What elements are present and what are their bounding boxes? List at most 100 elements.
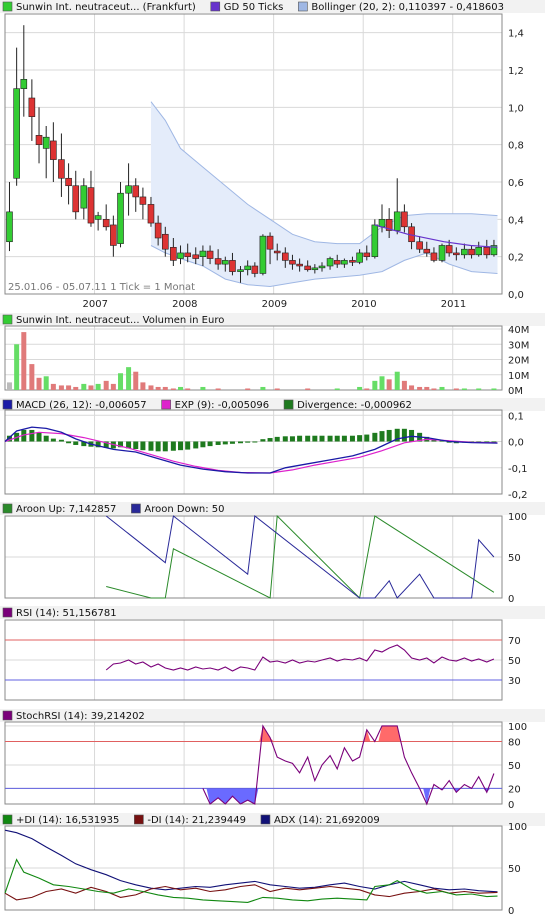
legend-item-label: ADX (14): 21,692009: [274, 815, 380, 826]
divergence-bar: [349, 435, 355, 442]
y-tick-label: 1,2: [508, 66, 524, 77]
candle-body: [333, 260, 341, 265]
volume-bar: [29, 364, 35, 390]
candle-body: [416, 241, 423, 250]
divergence-bar: [155, 441, 161, 452]
y-tick-label: 10M: [508, 371, 529, 382]
chart-root: Sunwin Int. neutraceut... (Frankfurt) GD …: [0, 0, 545, 918]
volume-bar: [58, 385, 64, 390]
y-tick-label: 0: [508, 800, 514, 811]
x-tick-label: 2008: [172, 299, 197, 310]
green-square-icon: [2, 1, 13, 12]
volume-bar: [453, 388, 459, 390]
divergence-bar: [66, 441, 72, 444]
x-tick-label: 2010: [351, 299, 376, 310]
divergence-bar: [148, 441, 154, 451]
volume-bar: [140, 382, 146, 390]
aroon-legend: Aroon Up: 7,142857 Aroon Down: 50: [0, 502, 545, 515]
price-legend: Sunwin Int. neutraceut... (Frankfurt) GD …: [0, 0, 545, 13]
y-tick-label: 50: [508, 553, 521, 564]
volume-bar: [43, 376, 49, 390]
volume-bar: [357, 386, 363, 390]
magenta-square-icon: [161, 399, 171, 410]
macd-frame: 0,1 0,0 -0,1 -0,2: [4, 409, 528, 501]
y-tick-label: 30: [508, 676, 521, 687]
y-tick-label: 50: [508, 864, 521, 875]
darkgreen-square-icon: [283, 399, 294, 410]
divergence-bar: [327, 435, 333, 442]
divergence-bar: [260, 439, 266, 442]
stock-chart: Sunwin Int. neutraceut... (Frankfurt) GD …: [0, 0, 545, 917]
divergence-bar: [58, 439, 64, 442]
purple-square-icon: [2, 607, 13, 618]
date-range-note: 25.01.06 - 05.07.11 1 Tick = 1 Monat: [8, 282, 195, 293]
candle-body: [259, 235, 267, 274]
legend-item-label: EXP (9): -0,005096: [175, 400, 269, 411]
divergence-bar: [50, 438, 56, 442]
candle-body: [147, 204, 155, 224]
volume-bar: [372, 380, 378, 390]
divergence-bar: [178, 441, 184, 451]
candle-body: [393, 211, 401, 231]
adx-line: [4, 829, 498, 893]
candle-body: [221, 260, 229, 265]
divergence-bar: [238, 441, 244, 444]
divergence-bar: [133, 441, 139, 450]
volume-bar: [6, 382, 12, 390]
divergence-bar: [200, 441, 206, 448]
volume-bar: [148, 385, 154, 390]
volume-bar: [364, 388, 370, 390]
y-tick-label: 0,2: [508, 253, 524, 264]
candle-body: [50, 140, 57, 160]
candle-body: [266, 235, 274, 250]
y-tick-label: 50: [508, 761, 521, 772]
candle-body: [296, 263, 303, 267]
volume-bar: [185, 388, 191, 390]
divergence-bar: [341, 435, 347, 442]
y-tick-label: 30M: [508, 340, 529, 351]
divergence-bar: [140, 441, 146, 451]
volume-bar: [126, 367, 132, 390]
green-square-icon: [2, 503, 13, 514]
navy-square-icon: [131, 503, 141, 514]
y-tick-label: 100: [508, 822, 527, 833]
candle-body: [363, 252, 371, 257]
blue-square-icon: [298, 1, 308, 12]
aroon-frame: 100 50 0: [4, 512, 527, 605]
candle-body: [378, 219, 386, 228]
y-tick-label: 20M: [508, 356, 529, 367]
candle-body: [170, 247, 177, 261]
navy-square-icon: [260, 814, 271, 825]
divergence-bar: [274, 436, 280, 442]
volume-bar: [170, 388, 176, 390]
y-tick-label: 0,0: [508, 290, 524, 301]
divergence-bar: [193, 441, 199, 449]
x-tick-label: 2007: [83, 299, 108, 310]
rsi-frame: 70 50 30: [4, 619, 521, 701]
volume-bar: [50, 383, 56, 390]
candle-body: [401, 211, 408, 228]
di-plus-line: [4, 858, 498, 903]
y-tick-label: 0: [508, 906, 514, 917]
candle-body: [65, 177, 72, 187]
divergence-bar: [289, 436, 295, 442]
candle-body: [80, 185, 88, 209]
green-square-icon: [2, 314, 13, 325]
x-tick-label: 2011: [441, 299, 466, 310]
purple-square-icon: [210, 1, 221, 12]
volume-bar: [439, 386, 445, 390]
legend-item-label: Aroon Down: 50: [144, 504, 224, 515]
volume-bar: [155, 386, 161, 390]
exp-line: [4, 431, 498, 474]
divergence-bar: [305, 435, 311, 442]
volume-bar: [162, 386, 168, 390]
candle-body: [139, 196, 147, 205]
navy-square-icon: [2, 399, 13, 410]
y-tick-label: 1,0: [508, 103, 524, 114]
dmi-legend: +DI (14): 16,531935 -DI (14): 21,239449 AD…: [0, 813, 545, 826]
plot-border: [4, 409, 503, 495]
volume-bar: [409, 385, 415, 390]
volume-bar: [386, 379, 392, 390]
candle-body: [87, 187, 95, 224]
candle-body: [304, 265, 311, 271]
